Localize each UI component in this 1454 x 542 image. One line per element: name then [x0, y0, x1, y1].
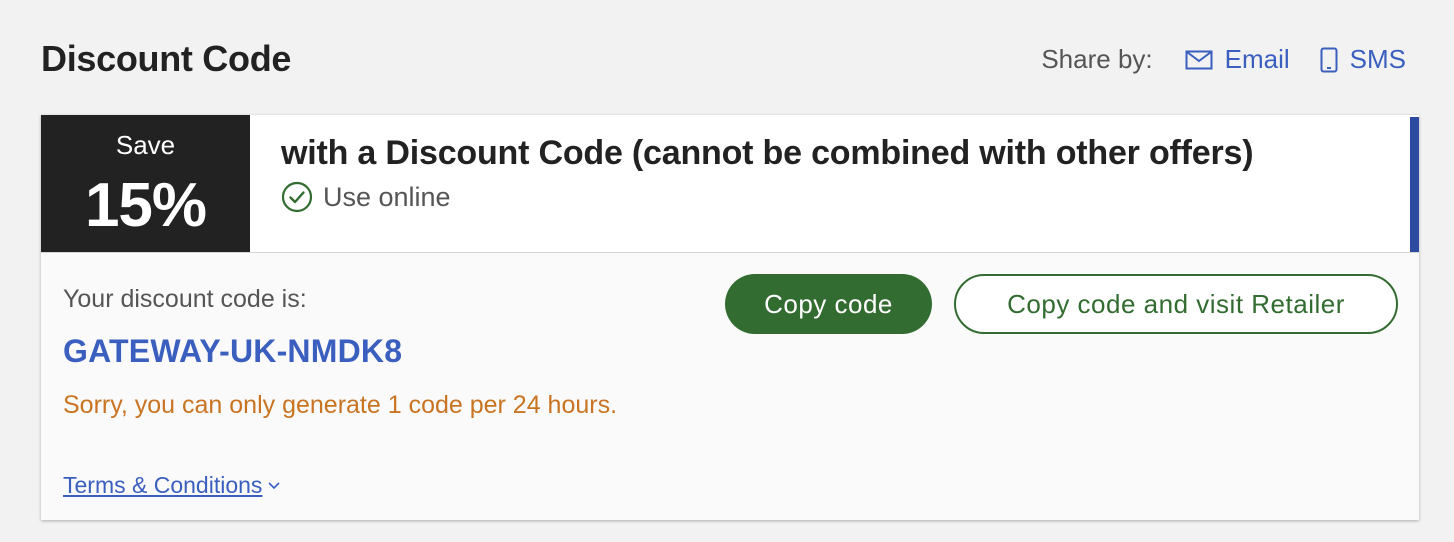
discount-code-value: GATEWAY-UK-NMDK8 [63, 333, 403, 369]
chevron-down-icon [268, 481, 280, 489]
mobile-phone-icon [1320, 47, 1338, 72]
terms-conditions-label: Terms & Conditions [63, 472, 263, 498]
terms-conditions-link[interactable]: Terms & Conditions [63, 472, 281, 499]
badge-save-label: Save [115, 130, 176, 160]
check-circle-icon [281, 181, 313, 213]
share-label: Share by: [1041, 44, 1153, 74]
share-sms-link[interactable]: SMS [1320, 44, 1406, 75]
share-email-label: Email [1224, 44, 1290, 74]
accent-bar [1410, 117, 1419, 252]
use-online-label: Use online [323, 181, 451, 212]
offer-title: with a Discount Code (cannot be combined… [281, 134, 1254, 172]
copy-code-button[interactable]: Copy code [725, 274, 932, 334]
offer-header: Save 15% with a Discount Code (cannot be… [41, 115, 1419, 253]
badge-percent: 15% [84, 171, 207, 240]
discount-card: Save 15% with a Discount Code (cannot be… [41, 115, 1419, 520]
share-email-link[interactable]: Email [1185, 44, 1290, 75]
rate-limit-warning: Sorry, you can only generate 1 code per … [63, 391, 618, 419]
copy-and-visit-retailer-button[interactable]: Copy code and visit Retailer [954, 274, 1398, 334]
share-sms-label: SMS [1349, 44, 1406, 74]
use-online-indicator: Use online [281, 181, 451, 213]
share-bar: Share by: Email SMS [1041, 44, 1406, 75]
page-title: Discount Code [41, 38, 292, 79]
discount-badge: Save 15% [41, 115, 250, 252]
code-label: Your discount code is: [63, 285, 307, 313]
envelope-icon [1185, 50, 1213, 69]
page-header: Discount Code Share by: Email SMS [0, 0, 1454, 116]
